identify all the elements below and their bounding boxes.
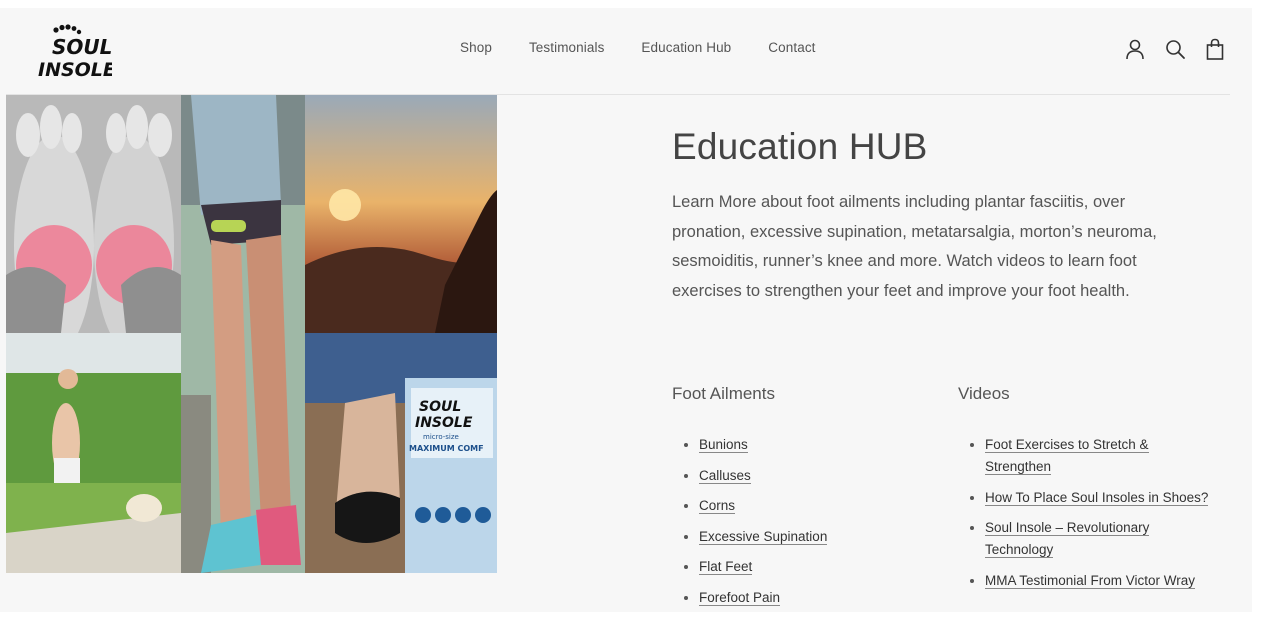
svg-text:SOUL: SOUL — [419, 399, 461, 415]
svg-text:SOUL: SOUL — [52, 35, 112, 59]
nav-education-hub[interactable]: Education Hub — [641, 40, 731, 55]
main-nav: Shop Testimonials Education Hub Contact — [460, 40, 816, 55]
svg-text:INSOLE: INSOLE — [38, 59, 112, 78]
video-link-mma-testimonial[interactable]: MMA Testimonial From Victor Wray — [985, 572, 1196, 589]
videos-heading: Videos — [958, 384, 1010, 403]
list-item: Excessive Supination — [672, 526, 932, 548]
list-item: Soul Insole – Revolutionary Technology — [958, 517, 1218, 561]
woman-running-with-dog-photo — [6, 333, 181, 573]
svg-text:micro-size: micro-size — [423, 433, 459, 441]
list-item: Bunions — [672, 434, 932, 456]
shopping-bag-icon[interactable] — [1204, 38, 1226, 60]
video-link-foot-exercises[interactable]: Foot Exercises to Stretch & Strengthen — [985, 437, 1149, 475]
videos-list: Foot Exercises to Stretch & Strengthen H… — [958, 434, 1218, 592]
ailment-link-corns[interactable]: Corns — [699, 498, 736, 514]
list-item: Calluses — [672, 465, 932, 487]
ailment-link-excessive-supination[interactable]: Excessive Supination — [699, 528, 828, 545]
education-hub-content: Education HUB Learn More about foot ailm… — [672, 126, 1212, 606]
site-header: SOUL INSOLE Shop Testimonials Education … — [0, 8, 1252, 94]
sunset-mountain-photo — [305, 95, 497, 333]
hero-collage: SOUL INSOLE micro-size MAXIMUM COMF — [6, 95, 497, 573]
foot-ailments-heading: Foot Ailments — [672, 384, 775, 403]
nav-shop[interactable]: Shop — [460, 40, 492, 55]
list-item: Flat Feet — [672, 556, 932, 578]
svg-text:MAXIMUM COMF: MAXIMUM COMF — [409, 444, 484, 453]
account-icon[interactable] — [1124, 38, 1146, 60]
soul-insole-logo[interactable]: SOUL INSOLE — [36, 24, 112, 78]
header-icons — [1124, 38, 1226, 60]
page: SOUL INSOLE Shop Testimonials Education … — [0, 8, 1252, 612]
page-title: Education HUB — [672, 126, 928, 167]
ailment-link-forefoot-pain[interactable]: Forefoot Pain — [699, 589, 781, 606]
list-item: Corns — [672, 495, 932, 517]
list-item: Foot Exercises to Stretch & Strengthen — [958, 434, 1218, 478]
list-item: Forefoot Pain — [672, 587, 932, 609]
knee-pain-runner-photo — [181, 95, 305, 573]
ailment-link-flat-feet[interactable]: Flat Feet — [699, 559, 753, 575]
foot-ailments-column: Foot Ailments Bunions Calluses Corns Exc… — [672, 384, 932, 612]
list-item: MMA Testimonial From Victor Wray — [958, 570, 1218, 592]
videos-column: Videos Foot Exercises to Stretch & Stren… — [958, 384, 1218, 600]
foot-pain-highlight-photo — [6, 95, 181, 333]
search-icon[interactable] — [1164, 38, 1186, 60]
video-link-revolutionary-technology[interactable]: Soul Insole – Revolutionary Technology — [985, 520, 1150, 558]
svg-text:INSOLE: INSOLE — [415, 415, 473, 431]
ailment-link-bunions[interactable]: Bunions — [699, 437, 748, 453]
ailment-link-calluses[interactable]: Calluses — [699, 467, 751, 484]
foot-ailments-list: Bunions Calluses Corns Excessive Supinat… — [672, 434, 932, 609]
soul-insole-package-photo: SOUL INSOLE micro-size MAXIMUM COMF — [305, 333, 497, 573]
video-link-how-to-place[interactable]: How To Place Soul Insoles in Shoes? — [985, 489, 1209, 506]
list-item: How To Place Soul Insoles in Shoes? — [958, 487, 1218, 509]
intro-paragraph: Learn More about foot ailments including… — [672, 193, 1157, 300]
nav-testimonials[interactable]: Testimonials — [529, 40, 604, 55]
nav-contact[interactable]: Contact — [768, 40, 815, 55]
